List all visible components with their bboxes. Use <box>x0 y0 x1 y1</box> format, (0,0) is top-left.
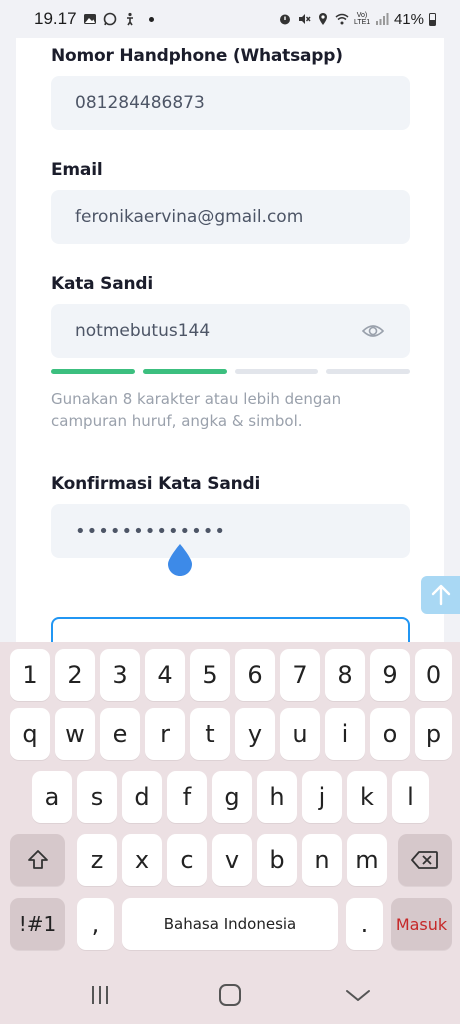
wifi-icon <box>335 13 349 25</box>
whatsapp-icon <box>103 12 116 26</box>
key-2[interactable]: 2 <box>55 649 95 701</box>
key-9[interactable]: 9 <box>370 649 410 701</box>
shift-icon <box>27 850 48 869</box>
enter-key[interactable]: Masuk <box>391 898 452 950</box>
strength-segment <box>326 369 410 374</box>
key-v[interactable]: v <box>212 834 252 886</box>
shift-key[interactable] <box>10 834 65 886</box>
period-key[interactable]: . <box>346 898 383 950</box>
confirm-password-value: ••••••••••••• <box>75 520 227 542</box>
network-type: Vo) LTE1 <box>353 12 371 26</box>
strength-segment <box>142 369 227 374</box>
key-r[interactable]: r <box>145 708 185 760</box>
email-value: feronikaervina@gmail.com <box>75 207 304 227</box>
backspace-key[interactable] <box>398 834 452 886</box>
key-s[interactable]: s <box>77 771 117 823</box>
password-value: notmebutus144 <box>75 321 211 341</box>
key-0[interactable]: 0 <box>415 649 452 701</box>
accessibility-icon <box>126 12 133 26</box>
notification-dot-icon <box>148 16 154 22</box>
backspace-icon <box>411 851 438 869</box>
key-m[interactable]: m <box>347 834 387 886</box>
symbols-key[interactable]: !#1 <box>10 898 65 950</box>
strength-segment <box>234 369 319 374</box>
key-3[interactable]: 3 <box>100 649 140 701</box>
battery-percent: 41% <box>393 10 424 28</box>
key-l[interactable]: l <box>392 771 429 823</box>
back-chevron-icon[interactable] <box>343 982 373 1008</box>
key-8[interactable]: 8 <box>325 649 365 701</box>
status-bar: 19.17 Vo) LTE1 41% <box>0 0 460 38</box>
scroll-to-top-button[interactable] <box>421 576 460 614</box>
key-w[interactable]: w <box>55 708 95 760</box>
key-i[interactable]: i <box>325 708 365 760</box>
eye-icon[interactable] <box>362 321 384 341</box>
phone-label: Nomor Handphone (Whatsapp) <box>51 46 343 66</box>
confirm-password-input[interactable]: ••••••••••••• <box>51 504 410 558</box>
key-a[interactable]: a <box>32 771 72 823</box>
email-input[interactable]: feronikaervina@gmail.com <box>51 190 410 244</box>
arrow-up-icon <box>431 584 450 606</box>
key-k[interactable]: k <box>347 771 387 823</box>
signal-icon <box>375 13 389 25</box>
key-f[interactable]: f <box>167 771 207 823</box>
keyboard: 1 2 3 4 5 6 7 8 9 0 q w e r t y u i o p … <box>0 642 460 964</box>
home-icon[interactable] <box>215 982 245 1008</box>
password-strength-meter <box>51 369 410 374</box>
key-t[interactable]: t <box>190 708 230 760</box>
password-label: Kata Sandi <box>51 274 153 294</box>
password-input[interactable]: notmebutus144 <box>51 304 410 358</box>
key-1[interactable]: 1 <box>10 649 50 701</box>
strength-segment <box>51 369 135 374</box>
key-4[interactable]: 4 <box>145 649 185 701</box>
comma-key[interactable]: , <box>77 898 114 950</box>
key-p[interactable]: p <box>415 708 452 760</box>
key-j[interactable]: j <box>302 771 342 823</box>
alarm-icon <box>279 14 290 25</box>
password-hint: Gunakan 8 karakter atau lebih dengan cam… <box>51 390 342 430</box>
key-6[interactable]: 6 <box>235 649 275 701</box>
phone-input[interactable]: 081284486873 <box>51 76 410 130</box>
confirm-password-label: Konfirmasi Kata Sandi <box>51 474 261 494</box>
key-c[interactable]: c <box>167 834 207 886</box>
key-5[interactable]: 5 <box>190 649 230 701</box>
mute-icon <box>298 14 311 24</box>
status-time: 19.17 <box>34 9 77 28</box>
key-z[interactable]: z <box>77 834 117 886</box>
phone-value: 081284486873 <box>75 93 205 113</box>
text-cursor-handle-icon[interactable] <box>167 543 193 577</box>
key-b[interactable]: b <box>257 834 297 886</box>
key-g[interactable]: g <box>212 771 252 823</box>
navigation-bar <box>0 964 460 1024</box>
key-e[interactable]: e <box>100 708 140 760</box>
key-u[interactable]: u <box>280 708 320 760</box>
key-o[interactable]: o <box>370 708 410 760</box>
key-d[interactable]: d <box>122 771 162 823</box>
gallery-icon <box>83 14 96 24</box>
key-y[interactable]: y <box>235 708 275 760</box>
key-n[interactable]: n <box>302 834 342 886</box>
email-label: Email <box>51 160 103 180</box>
space-key[interactable]: Bahasa Indonesia <box>122 898 338 950</box>
key-7[interactable]: 7 <box>280 649 320 701</box>
location-icon <box>318 13 327 25</box>
recent-apps-icon[interactable] <box>85 982 115 1008</box>
key-q[interactable]: q <box>10 708 50 760</box>
battery-icon <box>429 12 436 26</box>
key-x[interactable]: x <box>122 834 162 886</box>
key-h[interactable]: h <box>257 771 297 823</box>
